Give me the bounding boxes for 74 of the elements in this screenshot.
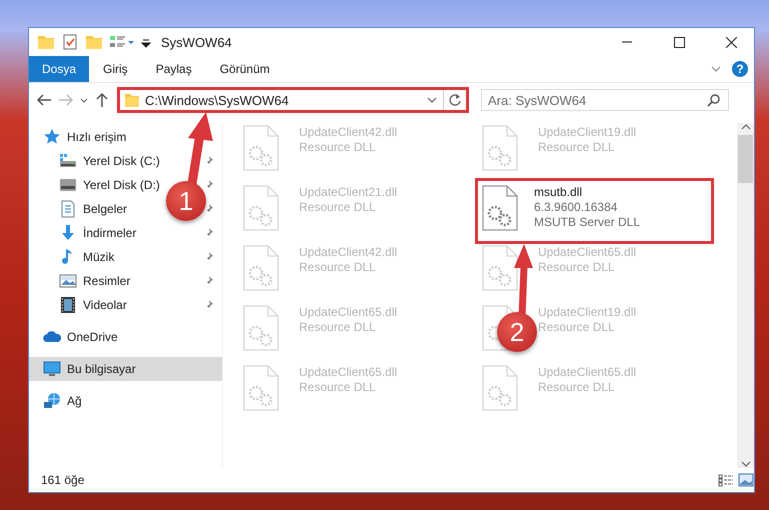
dll-file-icon [243,185,279,231]
dll-file-icon [482,125,518,171]
window-title: SysWOW64 [161,34,233,50]
dll-file-icon [243,305,279,351]
file-detail: Resource DLL [299,320,377,335]
document-icon [59,200,77,218]
scroll-up-icon[interactable] [740,123,750,131]
sidebar-item[interactable]: Yerel Disk (D:) [83,178,160,192]
scroll-down-icon[interactable] [740,460,750,468]
file-name: UpdateClient65.dll [538,245,636,260]
file-name: UpdateClient65.dll [299,365,398,380]
address-bar[interactable]: C:\Windows\SysWOW64 [117,87,469,113]
sidebar-item[interactable]: Yerel Disk (C:) [83,154,160,168]
picture-icon [59,272,77,290]
file-detail: Resource DLL [538,320,616,335]
file-name: UpdateClient65.dll [299,305,398,320]
search-field[interactable]: Ara: SysWOW64 [481,89,729,111]
sidebar-item[interactable]: Belgeler [83,202,128,216]
file-detail: 6.3.9600.16384 [534,200,618,215]
file-name: msutb.dll [534,185,584,200]
maximize-icon [674,36,684,48]
sidebar-item[interactable]: OneDrive [29,325,222,349]
file-detail: Resource DLL [299,140,377,155]
drive-icon [59,176,77,194]
sidebar-item[interactable]: Ağ [29,389,222,413]
refresh-icon[interactable] [448,93,462,107]
sidebar-item[interactable]: Videolar [83,298,127,312]
download-arrow-icon [59,224,77,242]
file-name: UpdateClient19.dll [538,125,636,140]
sidebar-item[interactable]: İndirmeler [83,226,136,240]
minimize-icon [622,41,632,43]
file-detail: Resource DLL [538,260,616,275]
folder-icon [124,91,140,109]
ribbon-tab[interactable]: Giriş [89,56,142,82]
close-icon [726,36,736,48]
sidebar-item[interactable]: Bu bilgisayar [29,357,222,381]
sidebar-item[interactable]: Hızlı erişim [29,125,222,149]
address-path: C:\Windows\SysWOW64 [145,92,290,108]
file-item[interactable]: msutb.dll 6.3.9600.16384 MSUTB Server DLL [478,181,711,241]
monitor-icon [43,360,61,378]
ribbon-tab[interactable]: Görünüm [206,56,284,82]
file-detail: Resource DLL [299,260,377,275]
ribbon-tab[interactable]: Paylaş [142,56,206,82]
sidebar-item[interactable]: Resimler [83,274,130,288]
file-detail: Resource DLL [299,200,377,215]
help-button[interactable]: ? [732,61,748,77]
scrollbar-thumb[interactable] [738,135,753,183]
globe-icon [43,392,61,410]
star-icon [43,128,61,146]
file-detail: Resource DLL [299,380,377,395]
ribbon-tab[interactable]: Dosya [29,56,90,82]
drive-icon [59,152,77,170]
file-detail: Resource DLL [538,140,616,155]
item-count: 161 öğe [41,473,86,487]
file-name: UpdateClient21.dll [299,185,398,200]
file-name: UpdateClient42.dll [299,245,398,260]
film-strip-icon [59,296,77,314]
details-view-icon[interactable] [718,473,734,487]
properties-checklist-icon[interactable] [61,33,79,51]
file-detail: Resource DLL [538,380,616,395]
file-name: UpdateClient65.dll [538,365,636,380]
sidebar-item[interactable]: Müzik [83,250,114,264]
dll-file-icon [482,365,518,411]
large-icons-view-icon[interactable] [738,473,754,487]
search-icon[interactable] [707,93,721,107]
vertical-scrollbar[interactable] [737,123,754,468]
dll-file-icon [482,185,518,231]
dll-file-icon [243,245,279,291]
dll-file-icon [482,245,518,291]
dll-file-icon [243,125,279,171]
dll-file-icon [243,365,279,411]
file-detail: MSUTB Server DLL [534,215,640,230]
file-name: UpdateClient42.dll [299,125,398,140]
file-name: UpdateClient19.dll [538,305,636,320]
